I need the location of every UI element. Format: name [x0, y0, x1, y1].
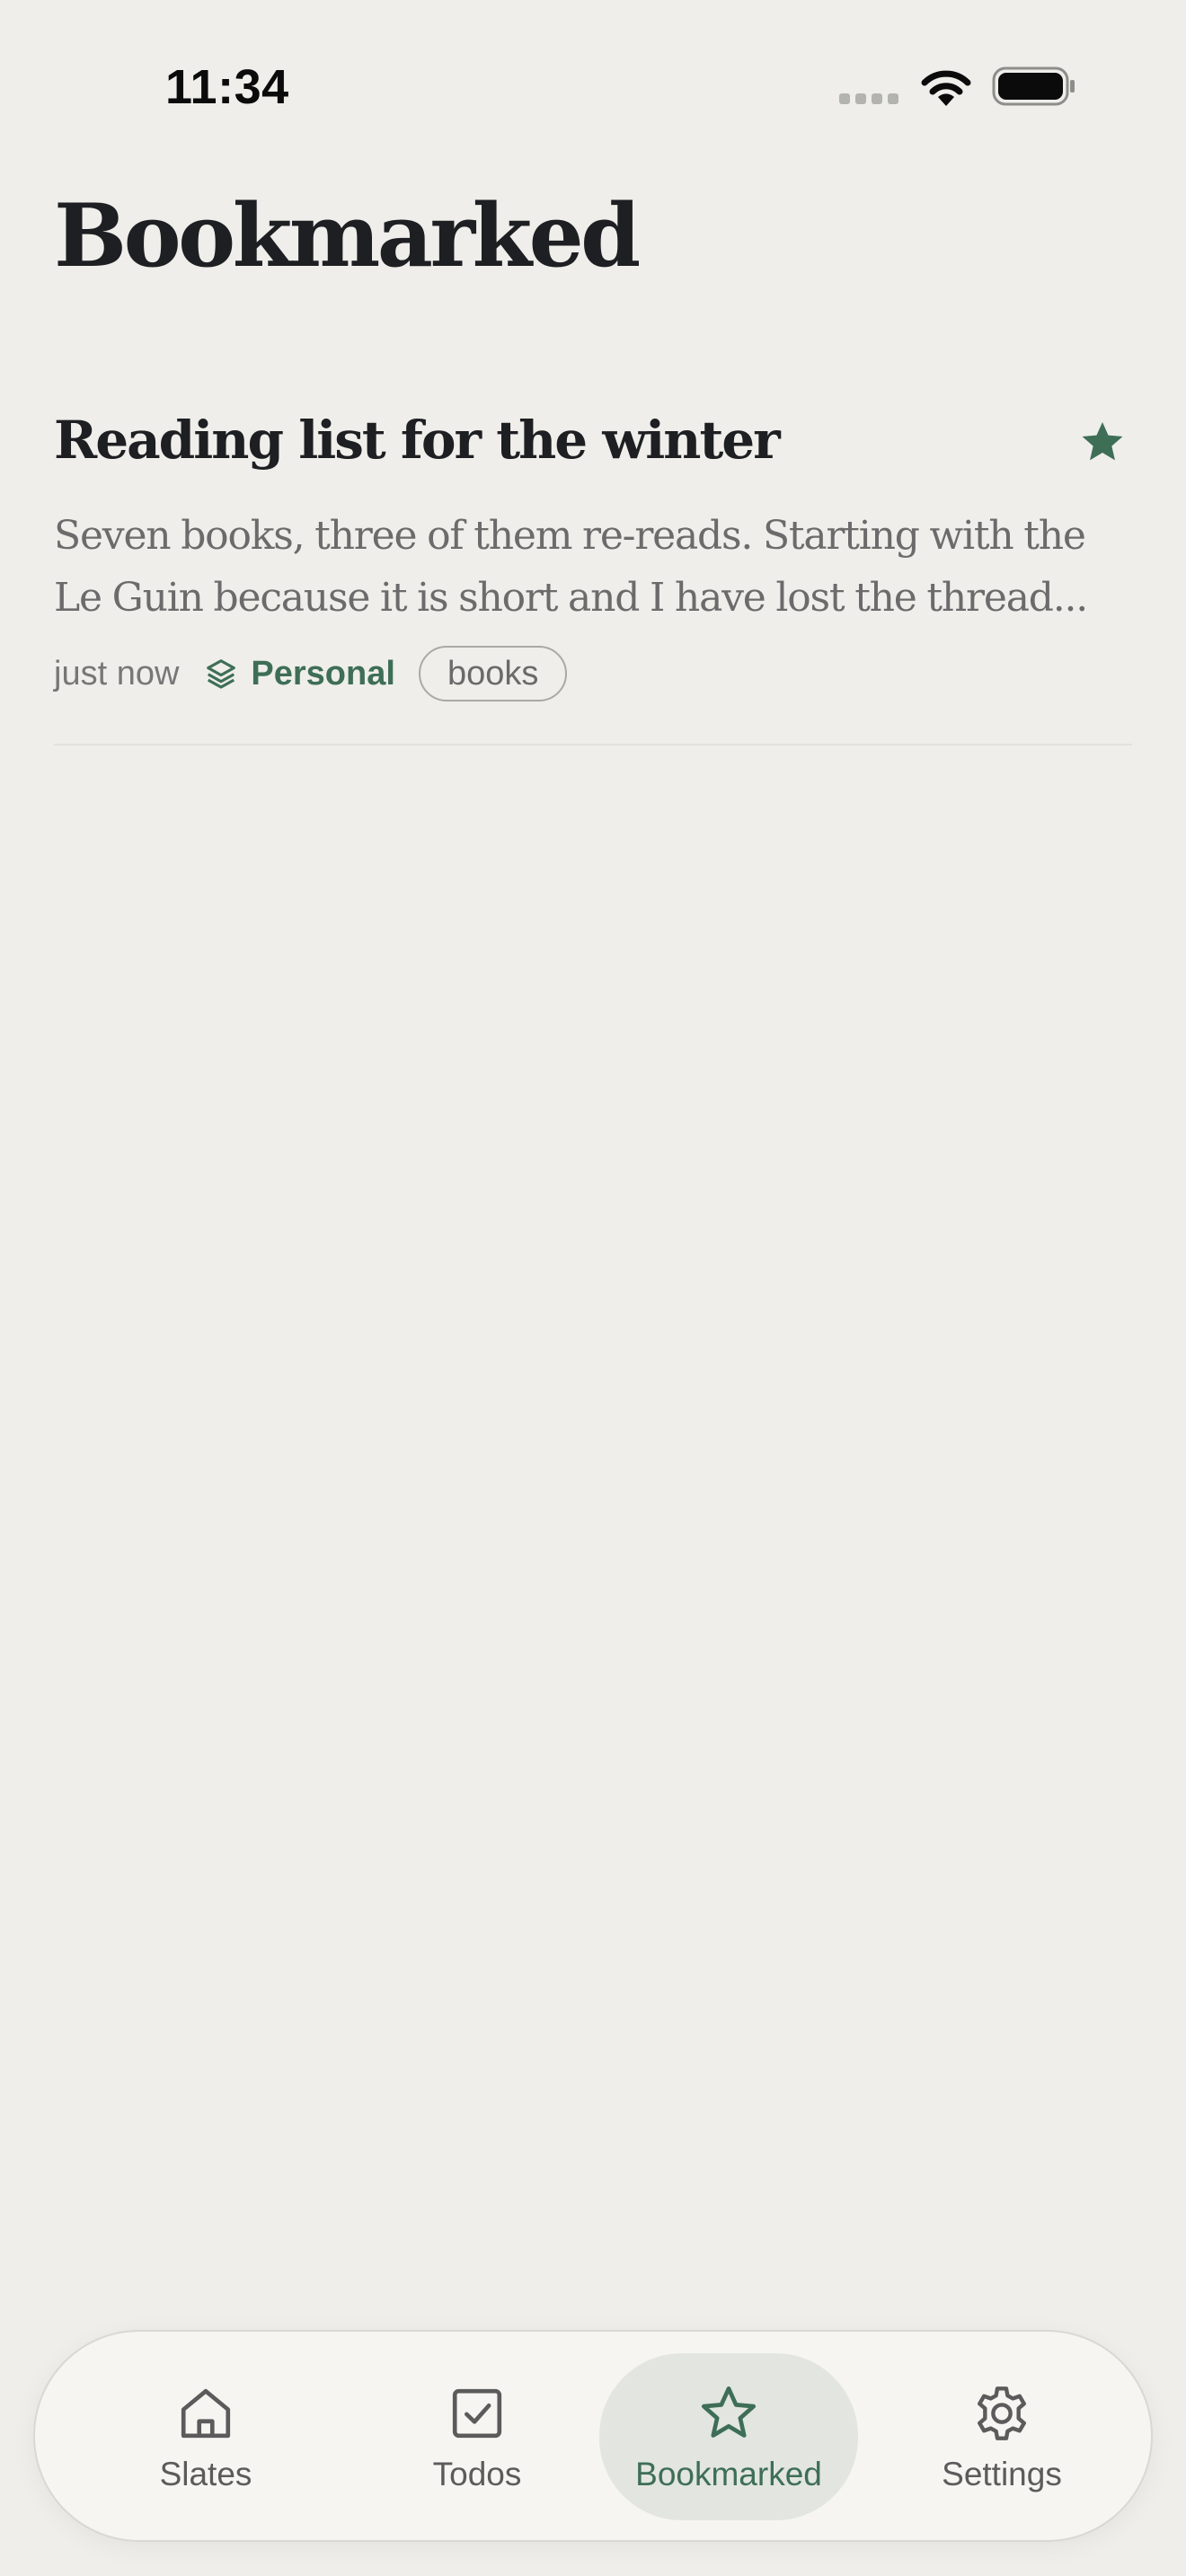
- tab-label: Settings: [942, 2456, 1062, 2492]
- note-excerpt: Seven books, three of them re-reads. Sta…: [54, 505, 1132, 629]
- tab-bookmarked[interactable]: Bookmarked: [599, 2353, 858, 2520]
- bookmark-star-icon[interactable]: [1078, 419, 1127, 467]
- cellular-signal-icon: [839, 93, 898, 104]
- tag-chip[interactable]: books: [418, 646, 568, 701]
- note-title: Reading list for the winter: [54, 410, 781, 471]
- layers-icon: [207, 659, 236, 689]
- tab-settings[interactable]: Settings: [872, 2353, 1131, 2520]
- note-folder[interactable]: Personal: [204, 655, 395, 693]
- star-icon: [701, 2386, 757, 2438]
- page-title: Bookmarked: [54, 185, 641, 287]
- tab-bar: Slates Todos Bookmarked Settings: [33, 2330, 1153, 2542]
- note-timestamp: just now: [54, 654, 180, 693]
- status-bar: 11:34: [0, 0, 1186, 171]
- status-time: 11:34: [165, 60, 289, 114]
- checkbox-icon: [452, 2388, 502, 2439]
- note-meta: just now Personal books: [54, 643, 568, 704]
- note-card[interactable]: Reading list for the winter Seven books,…: [54, 402, 1132, 744]
- tab-label: Todos: [432, 2456, 522, 2492]
- folder-label: Personal: [251, 654, 395, 693]
- note-excerpt-line: Seven books, three of them re-reads. Sta…: [54, 513, 1086, 559]
- home-icon: [181, 2388, 231, 2439]
- list-divider: [54, 744, 1132, 745]
- tab-todos[interactable]: Todos: [348, 2353, 606, 2520]
- battery-icon: [992, 66, 1075, 106]
- tab-label: Bookmarked: [635, 2456, 822, 2492]
- gear-icon: [978, 2386, 1026, 2440]
- wifi-icon: [921, 70, 971, 106]
- tab-slates[interactable]: Slates: [76, 2353, 335, 2520]
- note-excerpt-line: Le Guin because it is short and I have l…: [54, 575, 1088, 621]
- tab-label: Slates: [159, 2456, 252, 2492]
